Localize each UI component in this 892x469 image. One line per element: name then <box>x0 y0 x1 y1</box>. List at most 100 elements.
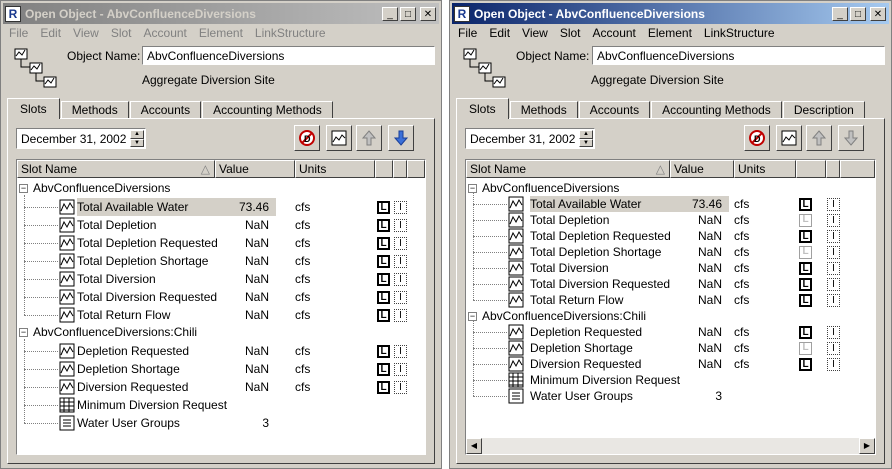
group-row[interactable]: − AbvConfluenceDiversions <box>17 180 425 198</box>
spin-down-icon[interactable]: ▼ <box>130 138 144 147</box>
menu-edit[interactable]: Edit <box>40 26 61 42</box>
slot-value[interactable]: NaN <box>245 270 269 288</box>
slot-value[interactable]: 73.46 <box>692 196 722 212</box>
menu-file[interactable]: File <box>9 26 28 42</box>
linked-flag-icon[interactable]: L <box>377 308 390 322</box>
slot-row[interactable]: Depletion Requested NaN cfs L I <box>466 324 875 340</box>
linked-flag-icon[interactable]: L <box>799 213 812 227</box>
slot-row[interactable]: Depletion Requested NaN cfs L I <box>17 342 425 360</box>
input-flag-icon[interactable]: I <box>394 200 407 214</box>
slot-value[interactable]: NaN <box>245 360 269 378</box>
column-header-flag-l[interactable] <box>796 160 826 178</box>
maximize-button[interactable]: □ <box>400 6 416 21</box>
slot-value[interactable]: NaN <box>698 340 722 356</box>
linked-flag-icon[interactable]: L <box>799 245 812 259</box>
menu-element[interactable]: Element <box>199 26 243 42</box>
open-object-window-inactive[interactable]: R Open Object - AbvConfluenceDiversions … <box>0 0 442 469</box>
slot-value[interactable]: NaN <box>245 378 269 396</box>
input-flag-icon[interactable]: I <box>827 197 840 211</box>
menu-account[interactable]: Account <box>144 26 187 42</box>
slot-value[interactable]: NaN <box>698 276 722 292</box>
tab-accounts[interactable]: Accounts <box>578 101 651 119</box>
input-flag-icon[interactable]: I <box>394 254 407 268</box>
minimize-button[interactable]: _ <box>382 6 398 21</box>
slot-row[interactable]: Total Depletion Requested NaN cfs L I <box>17 234 425 252</box>
nan-button[interactable]: D <box>744 125 770 151</box>
linked-flag-icon[interactable]: L <box>799 357 812 371</box>
slot-table[interactable]: Slot Name △ Value Units − AbvConfluenceDiv… <box>465 159 876 455</box>
input-flag-icon[interactable]: I <box>394 218 407 232</box>
spin-down-icon[interactable]: ▼ <box>579 138 593 147</box>
menu-view[interactable]: View <box>73 26 99 42</box>
linked-flag-icon[interactable]: L <box>377 218 390 232</box>
slot-row[interactable]: Total Return Flow NaN cfs L I <box>466 292 875 308</box>
column-header-units[interactable]: Units <box>295 160 375 178</box>
tab-accounts[interactable]: Accounts <box>129 101 202 119</box>
menu-file[interactable]: File <box>458 26 477 42</box>
linked-flag-icon[interactable]: L <box>799 229 812 243</box>
input-flag-icon[interactable]: I <box>394 236 407 250</box>
group-row[interactable]: − AbvConfluenceDiversions <box>466 180 875 196</box>
title-bar[interactable]: R Open Object - AbvConfluenceDiversions … <box>3 3 439 24</box>
plot-button[interactable] <box>776 125 802 151</box>
slot-row[interactable]: Total Depletion Requested NaN cfs L I <box>466 228 875 244</box>
slot-value[interactable]: NaN <box>245 288 269 306</box>
input-flag-icon[interactable]: I <box>394 380 407 394</box>
maximize-button[interactable]: □ <box>850 6 866 21</box>
collapse-icon[interactable]: − <box>468 184 477 193</box>
input-flag-icon[interactable]: I <box>394 290 407 304</box>
tab-description[interactable]: Description <box>782 101 865 119</box>
slot-value[interactable]: NaN <box>698 356 722 372</box>
tab-accounting-methods[interactable]: Accounting Methods <box>202 101 333 119</box>
slot-row[interactable]: Total Diversion NaN cfs L I <box>17 270 425 288</box>
menu-slot[interactable]: Slot <box>111 26 132 42</box>
slot-row[interactable]: Total Depletion NaN cfs L I <box>17 216 425 234</box>
slot-row[interactable]: Minimum Diversion Request <box>17 396 425 414</box>
menu-view[interactable]: View <box>522 26 548 42</box>
tab-slots[interactable]: Slots <box>456 98 509 119</box>
group-row[interactable]: − AbvConfluenceDiversions:Chili <box>17 324 425 342</box>
linked-flag-icon[interactable]: L <box>377 236 390 250</box>
slot-row[interactable]: Total Available Water 73.46 cfs L I <box>466 196 875 212</box>
linked-flag-icon[interactable]: L <box>799 293 812 307</box>
column-header-value[interactable]: Value <box>670 160 734 178</box>
slot-table[interactable]: Slot Name △ Value Units − AbvConfluenceDiv… <box>16 159 426 455</box>
slot-row[interactable]: Depletion Shortage NaN cfs L I <box>17 360 425 378</box>
tab-slots[interactable]: Slots <box>7 98 60 119</box>
slot-value[interactable]: NaN <box>245 234 269 252</box>
slot-row[interactable]: Total Return Flow NaN cfs L I <box>17 306 425 324</box>
slot-row[interactable]: Total Diversion NaN cfs L I <box>466 260 875 276</box>
input-flag-icon[interactable]: I <box>827 357 840 371</box>
collapse-icon[interactable]: − <box>19 184 28 193</box>
object-name-field[interactable]: AbvConfluenceDiversions <box>142 46 435 65</box>
move-up-button[interactable] <box>356 125 382 151</box>
object-name-field[interactable]: AbvConfluenceDiversions <box>592 46 885 65</box>
column-header-flag-l[interactable] <box>375 160 393 178</box>
linked-flag-icon[interactable]: L <box>377 344 390 358</box>
horizontal-scrollbar[interactable]: ◀ ▶ <box>466 438 875 454</box>
slot-row[interactable]: Total Depletion NaN cfs L I <box>466 212 875 228</box>
slot-row[interactable]: Diversion Requested NaN cfs L I <box>17 378 425 396</box>
slot-value[interactable]: 3 <box>715 388 722 404</box>
column-header-value[interactable]: Value <box>215 160 295 178</box>
slot-value[interactable]: NaN <box>698 228 722 244</box>
date-spinbox[interactable]: December 31, 2002 ▲ ▼ <box>465 128 595 149</box>
slot-row[interactable]: Total Available Water 73.46 cfs L I <box>17 198 425 216</box>
input-flag-icon[interactable]: I <box>827 325 840 339</box>
linked-flag-icon[interactable]: L <box>377 272 390 286</box>
slot-value[interactable]: 73.46 <box>239 198 269 216</box>
menu-linkstructure[interactable]: LinkStructure <box>255 26 326 42</box>
slot-row[interactable]: Total Diversion Requested NaN cfs L I <box>17 288 425 306</box>
input-flag-icon[interactable]: I <box>827 341 840 355</box>
slot-value[interactable]: NaN <box>245 342 269 360</box>
slot-row[interactable]: Water User Groups 3 <box>466 388 875 404</box>
collapse-icon[interactable]: − <box>468 312 477 321</box>
date-spinner[interactable]: ▲ ▼ <box>130 130 144 147</box>
slot-row[interactable]: Total Depletion Shortage NaN cfs L I <box>466 244 875 260</box>
menu-slot[interactable]: Slot <box>560 26 581 42</box>
column-header-flag-i[interactable] <box>826 160 840 178</box>
linked-flag-icon[interactable]: L <box>377 290 390 304</box>
scroll-left-icon[interactable]: ◀ <box>466 438 482 454</box>
slot-row[interactable]: Water User Groups 3 <box>17 414 425 432</box>
column-header-units[interactable]: Units <box>734 160 796 178</box>
